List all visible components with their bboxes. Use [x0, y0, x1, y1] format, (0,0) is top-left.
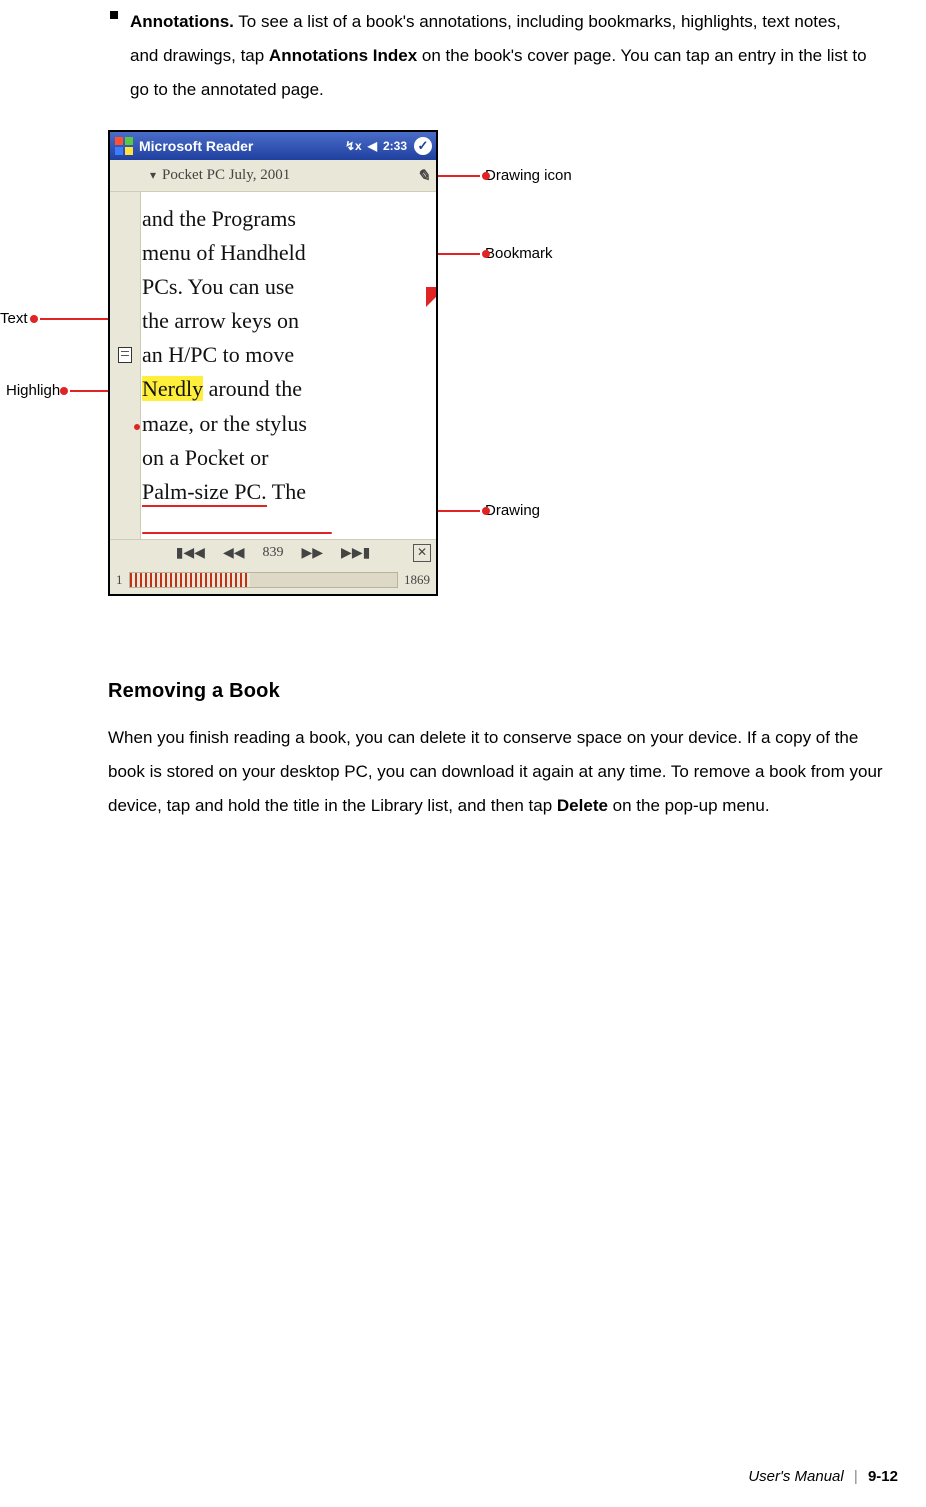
- rb-after: on the pop-up menu.: [608, 796, 770, 815]
- progress-track[interactable]: [129, 572, 399, 588]
- annotations-bullet: Annotations. To see a list of a book's a…: [110, 5, 870, 107]
- dropdown-arrow-icon: ▾: [150, 168, 156, 183]
- nav-close-button[interactable]: ✕: [413, 544, 431, 562]
- bt-line2: menu of Handheld: [142, 240, 306, 265]
- nav-last-button[interactable]: ▶▶▮: [341, 545, 370, 562]
- bt-line6-rest: around the: [203, 376, 302, 401]
- gutter: [110, 192, 141, 540]
- removing-book-heading: Removing a Book: [108, 680, 898, 703]
- progress-start: 1: [110, 572, 129, 588]
- annotations-cmd: Annotations Index: [269, 46, 417, 65]
- start-flag-icon[interactable]: [114, 136, 136, 156]
- callout-drawing-icon: Drawing icon: [485, 167, 572, 184]
- book-title: Pocket PC July, 2001: [162, 167, 290, 184]
- callout-text-line: [40, 318, 108, 320]
- book-text: and the Programs menu of Handheld PCs. Y…: [142, 202, 430, 509]
- text-note-icon[interactable]: [118, 347, 132, 363]
- volume-icon[interactable]: ◀: [368, 139, 377, 153]
- annotations-text: Annotations. To see a list of a book's a…: [130, 5, 870, 107]
- connectivity-icon[interactable]: ↯x: [345, 139, 362, 153]
- bullet-square-icon: [110, 11, 118, 19]
- footer-separator: |: [854, 1468, 858, 1485]
- titlebar: Microsoft Reader ↯x ◀ 2:33 ✓: [110, 132, 436, 160]
- app-title: Microsoft Reader: [139, 138, 342, 154]
- highlight-marker-icon: [134, 424, 140, 430]
- book-header[interactable]: ▾ Pocket PC July, 2001 ✎: [110, 160, 436, 192]
- bt-line8: on a Pocket or: [142, 445, 268, 470]
- footer-title: User's Manual: [748, 1468, 843, 1485]
- bt-highlighted: Nerdly: [142, 376, 203, 401]
- reading-pane[interactable]: and the Programs menu of Handheld PCs. Y…: [110, 192, 436, 540]
- footer-page: 9-12: [868, 1468, 898, 1485]
- annotations-label: Annotations.: [130, 12, 234, 31]
- bt-underlined: Palm-size PC.: [142, 479, 267, 507]
- figure-area: Text Highligh Drawing icon Bookmark Draw…: [0, 130, 926, 620]
- device-screenshot: Microsoft Reader ↯x ◀ 2:33 ✓ ▾ Pocket PC…: [108, 130, 438, 596]
- drawing-annotation: [142, 532, 332, 534]
- callout-drawing: Drawing: [485, 502, 540, 519]
- nav-page-number: 839: [263, 545, 284, 561]
- bt-line3: PCs. You can use: [142, 274, 294, 299]
- removing-book-section: Removing a Book When you finish reading …: [108, 680, 898, 823]
- bt-line5: an H/PC to move: [142, 342, 294, 367]
- nav-fwd-button[interactable]: ▶▶: [302, 545, 324, 562]
- progress-bar[interactable]: 1 1869: [110, 566, 436, 594]
- bt-line9-rest: The: [267, 479, 306, 504]
- clock: 2:33: [383, 139, 407, 153]
- page-nav-bar: ▮◀◀ ◀◀ 839 ▶▶ ▶▶▮ ✕: [110, 539, 436, 566]
- bt-line7: maze, or the stylus: [142, 411, 307, 436]
- page-footer: User's Manual | 9-12: [748, 1468, 898, 1485]
- bt-line1: and the Programs: [142, 206, 296, 231]
- progress-fill: [130, 573, 250, 587]
- callout-text: Text: [0, 310, 28, 327]
- removing-book-paragraph: When you finish reading a book, you can …: [108, 721, 898, 823]
- bt-line4: the arrow keys on: [142, 308, 299, 333]
- ok-button[interactable]: ✓: [414, 137, 432, 155]
- progress-end: 1869: [398, 572, 436, 588]
- rb-bold: Delete: [557, 796, 608, 815]
- nav-first-button[interactable]: ▮◀◀: [176, 545, 205, 562]
- drawing-tool-icon[interactable]: ✎: [417, 166, 430, 186]
- callout-bookmark: Bookmark: [485, 245, 553, 262]
- nav-back-button[interactable]: ◀◀: [223, 545, 245, 562]
- callout-highlight: Highligh: [6, 382, 60, 399]
